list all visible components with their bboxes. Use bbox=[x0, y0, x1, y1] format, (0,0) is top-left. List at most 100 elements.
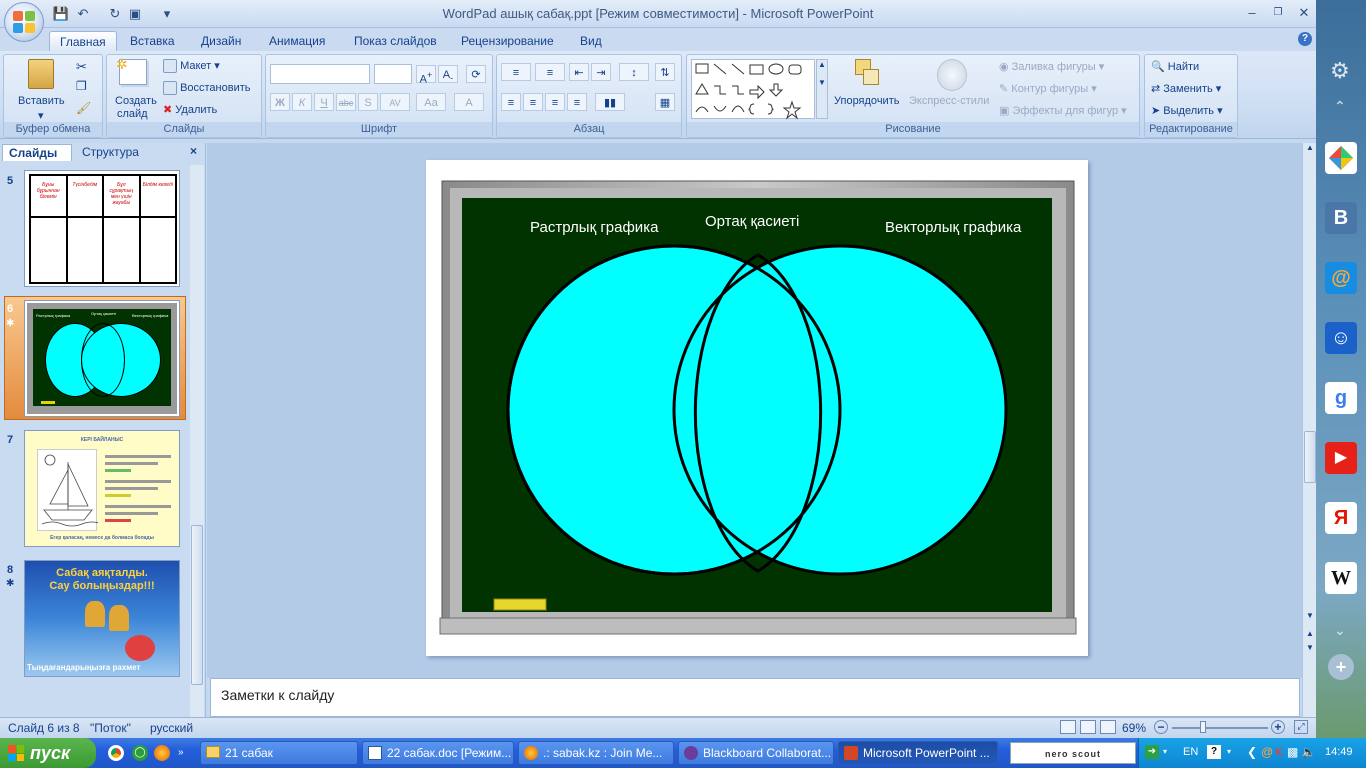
cut-icon[interactable]: ✂ bbox=[76, 59, 87, 75]
quick-styles-button[interactable]: Экспресс-стили bbox=[909, 95, 989, 107]
office-button[interactable] bbox=[4, 2, 44, 42]
bold-button[interactable]: Ж bbox=[270, 93, 290, 111]
wikipedia-icon[interactable]: W bbox=[1325, 562, 1357, 594]
font-name-combo[interactable] bbox=[270, 64, 370, 84]
add-icon[interactable]: + bbox=[1328, 654, 1354, 680]
start-button[interactable]: пуск bbox=[0, 738, 96, 768]
align-left-button[interactable]: ≡ bbox=[501, 93, 521, 111]
case-button[interactable]: Aa bbox=[416, 93, 446, 111]
arrow-tray-icon[interactable]: ➜ bbox=[1145, 745, 1159, 759]
prev-slide-icon[interactable]: ▲ bbox=[1303, 629, 1317, 643]
tab-view[interactable]: Вид bbox=[570, 31, 612, 51]
strike-button[interactable]: abc bbox=[336, 93, 356, 111]
replace-button[interactable]: ⇄ Заменить ▾ bbox=[1151, 82, 1221, 95]
tab-outline-panel[interactable]: Структура bbox=[76, 144, 156, 161]
columns-button[interactable]: ▮▮ bbox=[595, 93, 625, 111]
text-direction-button[interactable]: ⇅ bbox=[655, 63, 675, 81]
slideshow-view-icon[interactable] bbox=[1100, 720, 1116, 734]
arrange-button[interactable]: Упорядочить bbox=[834, 95, 899, 107]
slide-thumb-7[interactable]: КЕРІ БАЙЛАНЫС Егер қаласаң, немесе да бо… bbox=[24, 430, 180, 547]
task-folder[interactable]: 21 сабак bbox=[200, 741, 358, 765]
taskbar-more-icon[interactable]: » bbox=[178, 747, 184, 758]
align-right-button[interactable]: ≡ bbox=[545, 93, 565, 111]
tab-slideshow[interactable]: Показ слайдов bbox=[344, 31, 447, 51]
decrease-indent-button[interactable]: ⇤ bbox=[569, 63, 589, 81]
bullets-button[interactable]: ≡ bbox=[501, 63, 531, 81]
font-size-combo[interactable] bbox=[374, 64, 412, 84]
zoom-slider-thumb[interactable] bbox=[1200, 721, 1206, 733]
clear-format-button[interactable]: ⟳ bbox=[466, 65, 486, 83]
status-language[interactable]: русский bbox=[150, 721, 193, 735]
network-icon[interactable]: ▩ bbox=[1287, 745, 1298, 759]
grow-font-button[interactable]: A+ bbox=[416, 65, 436, 86]
tray-menu-icon[interactable]: ▾ bbox=[1227, 747, 1231, 756]
sorter-view-icon[interactable] bbox=[1080, 720, 1096, 734]
line-spacing-button[interactable]: ↕ bbox=[619, 63, 649, 81]
increase-indent-button[interactable]: ⇥ bbox=[591, 63, 611, 81]
normal-view-icon[interactable] bbox=[1060, 720, 1076, 734]
shapes-gallery-scroll[interactable]: ▲ ▼ bbox=[816, 59, 828, 119]
new-slide-icon[interactable]: ✲ bbox=[116, 56, 147, 85]
slide-thumb-5[interactable]: Бұны бұрыннан білемін Түсінбедім Бұл сұр… bbox=[24, 170, 180, 287]
format-painter-icon[interactable]: 🖌 bbox=[76, 101, 91, 115]
close-panel-icon[interactable]: × bbox=[190, 144, 197, 158]
quick-styles-icon[interactable] bbox=[937, 59, 967, 91]
nero-scout-widget[interactable]: nero scout bbox=[1010, 742, 1136, 764]
chevron-down-icon[interactable]: ⌄ bbox=[1334, 622, 1346, 639]
volume-icon[interactable]: 🔈 bbox=[1301, 745, 1316, 759]
google-icon[interactable]: g bbox=[1325, 382, 1357, 414]
shape-outline-button[interactable]: ✎ Контур фигуры ▾ bbox=[999, 82, 1097, 95]
tab-design[interactable]: Дизайн bbox=[191, 31, 251, 51]
reset-button[interactable]: Восстановить bbox=[163, 81, 251, 95]
underline-button[interactable]: Ч bbox=[314, 93, 334, 111]
main-scroll-thumb[interactable] bbox=[1304, 431, 1316, 483]
align-center-button[interactable]: ≡ bbox=[523, 93, 543, 111]
zoom-level[interactable]: 69% bbox=[1122, 721, 1146, 735]
mail-tray-icon[interactable]: @ bbox=[1261, 745, 1273, 759]
chrome-icon[interactable] bbox=[108, 745, 124, 761]
paste-button[interactable]: Вставить bbox=[18, 95, 65, 107]
back-icon[interactable]: ❮ bbox=[1247, 745, 1257, 759]
shapes-gallery[interactable] bbox=[691, 59, 815, 120]
zoom-slider[interactable] bbox=[1172, 727, 1268, 729]
shape-fill-button[interactable]: ◉ Заливка фигуры ▾ bbox=[999, 60, 1104, 73]
slide-thumb-6[interactable]: Растрлық графика Ортақ қасиеті Векторлық… bbox=[24, 300, 180, 417]
yandex-icon[interactable]: Я bbox=[1325, 502, 1357, 534]
tab-review[interactable]: Рецензирование bbox=[451, 31, 564, 51]
arrange-icon[interactable] bbox=[853, 59, 883, 89]
shadow-button[interactable]: S bbox=[358, 93, 378, 111]
slide-thumb-8[interactable]: Сабақ аяқталды. Сау болыңыздар!!! Тыңдағ… bbox=[24, 560, 180, 677]
fit-to-window-icon[interactable]: ⤢ bbox=[1294, 720, 1308, 734]
paste-icon[interactable] bbox=[28, 59, 54, 89]
antivirus-icon[interactable]: K bbox=[1275, 745, 1283, 759]
help-tray-icon[interactable]: ? bbox=[1207, 745, 1221, 759]
tab-slides-panel[interactable]: Слайды bbox=[2, 144, 72, 161]
firefox-icon[interactable] bbox=[154, 745, 170, 761]
panel-scroll-thumb[interactable] bbox=[191, 525, 203, 685]
clock[interactable]: 14:49 bbox=[1325, 746, 1353, 758]
multicolor-app-icon[interactable] bbox=[1325, 142, 1357, 174]
next-slide-icon[interactable]: ▼ bbox=[1303, 643, 1317, 657]
copy-icon[interactable]: ❐ bbox=[76, 79, 87, 93]
numbering-button[interactable]: ≡ bbox=[535, 63, 565, 81]
odnoklassniki-icon[interactable]: ☺ bbox=[1325, 322, 1357, 354]
current-slide[interactable]: Растрлық графика Ортақ қасиеті Векторлық… bbox=[426, 160, 1088, 656]
tab-animation[interactable]: Анимация bbox=[259, 31, 335, 51]
panel-scrollbar[interactable] bbox=[190, 165, 204, 717]
gear-icon[interactable]: ⚙ bbox=[1330, 58, 1350, 84]
tab-insert[interactable]: Вставка bbox=[120, 31, 185, 51]
layout-button[interactable]: Макет ▾ bbox=[163, 59, 220, 74]
spacing-button[interactable]: AV bbox=[380, 93, 410, 111]
task-word[interactable]: 22 сабак.doc [Режим... bbox=[362, 741, 514, 765]
notes-pane[interactable]: Заметки к слайду bbox=[210, 678, 1300, 717]
shrink-font-button[interactable]: A- bbox=[438, 65, 458, 83]
language-indicator[interactable]: EN bbox=[1183, 746, 1198, 758]
close-button[interactable]: ✕ bbox=[1292, 4, 1316, 22]
task-firefox[interactable]: .: sabak.kz : Join Me... bbox=[518, 741, 674, 765]
browser-icon[interactable]: ◯ bbox=[132, 745, 148, 761]
new-slide-button[interactable]: Создать bbox=[115, 95, 157, 107]
find-button[interactable]: 🔍 Найти bbox=[1151, 60, 1199, 73]
justify-button[interactable]: ≡ bbox=[567, 93, 587, 111]
maximize-button[interactable]: ❐ bbox=[1266, 4, 1290, 22]
tab-home[interactable]: Главная bbox=[49, 31, 117, 51]
